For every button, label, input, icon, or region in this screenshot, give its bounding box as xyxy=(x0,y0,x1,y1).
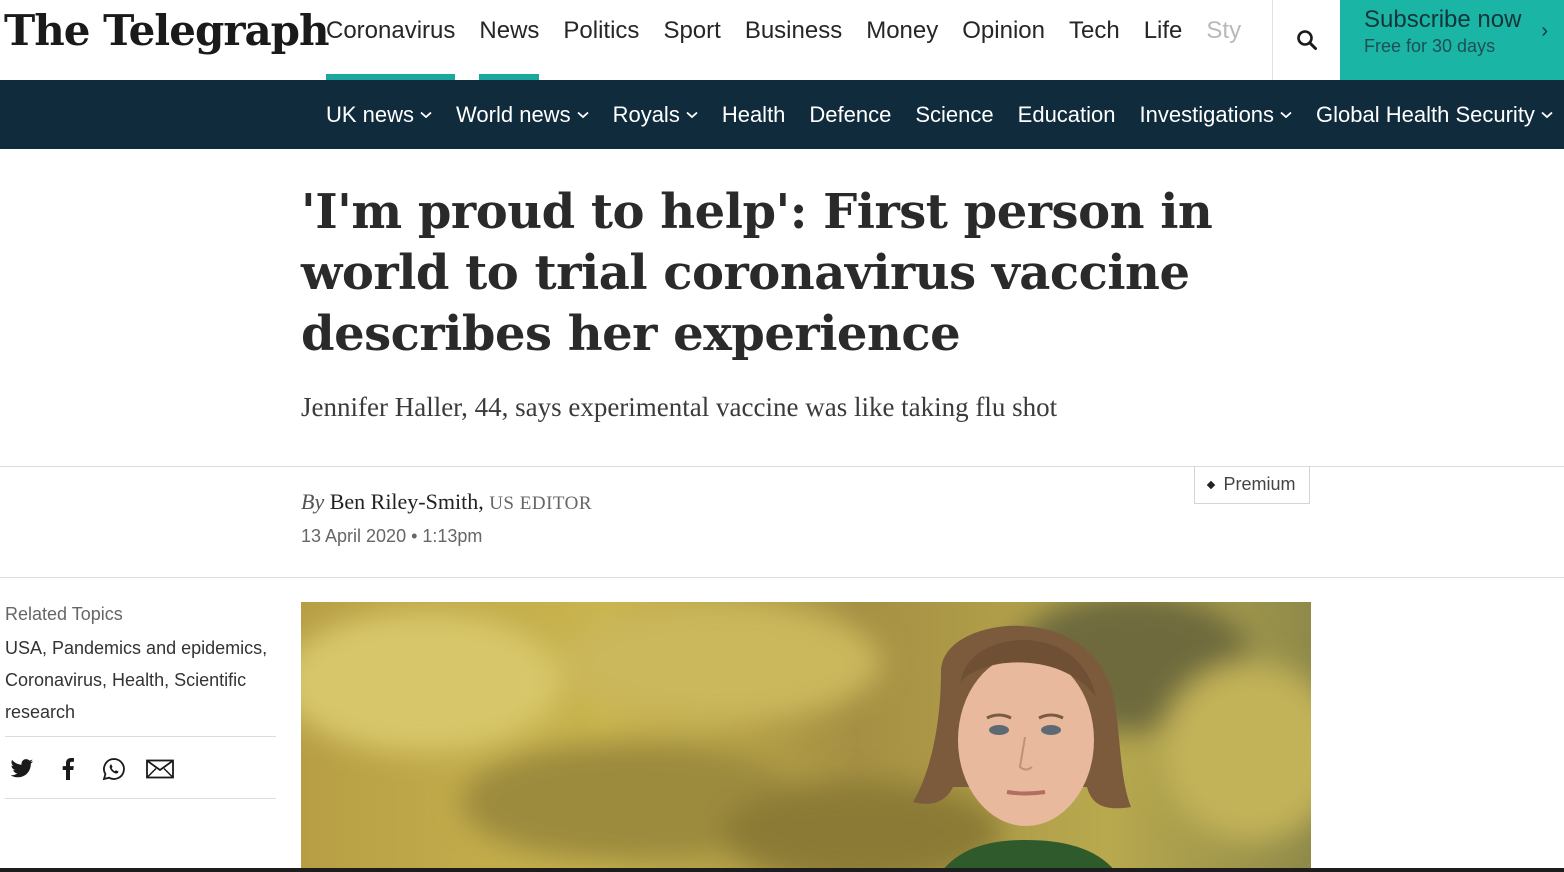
nav-item-tech[interactable]: Tech xyxy=(1069,0,1120,80)
share-bar xyxy=(8,755,192,783)
search-icon xyxy=(1297,30,1317,50)
nav-item-opinion[interactable]: Opinion xyxy=(962,0,1045,80)
section-item-label: Investigations xyxy=(1139,101,1275,127)
diamond-icon xyxy=(1207,480,1216,489)
author-link[interactable]: Ben Riley-Smith, xyxy=(330,489,484,514)
chevron-down-icon xyxy=(420,111,432,118)
main-nav: Coronavirus News Politics Sport Business… xyxy=(326,0,1254,80)
divider xyxy=(5,798,276,799)
bottom-edge xyxy=(0,868,1564,872)
article-hero-image xyxy=(301,602,1311,872)
byline: By Ben Riley-Smith, US EDITOR xyxy=(301,489,592,515)
article-headline: 'I'm proud to help': First person in wor… xyxy=(301,184,1213,362)
section-item-royals[interactable]: Royals xyxy=(613,102,698,128)
section-item-education[interactable]: Education xyxy=(1018,102,1116,128)
section-item-label: UK news xyxy=(326,101,415,127)
section-item-label: World news xyxy=(456,101,571,127)
top-bar: The Telegraph Coronavirus News Politics … xyxy=(0,0,1564,80)
hero-photo-graphic xyxy=(301,602,1311,872)
site-logo[interactable]: The Telegraph xyxy=(4,6,330,55)
section-item-science[interactable]: Science xyxy=(915,102,993,128)
section-item-label: Defence xyxy=(809,101,892,127)
subscribe-button[interactable]: Subscribe now Free for 30 days › xyxy=(1340,0,1564,80)
section-item-investigations[interactable]: Investigations xyxy=(1140,102,1293,128)
nav-item-news[interactable]: News xyxy=(479,0,540,80)
section-item-health[interactable]: Health xyxy=(722,102,786,128)
author-role: US EDITOR xyxy=(489,493,593,514)
twitter-icon[interactable] xyxy=(8,755,36,783)
nav-item-style[interactable]: Sty xyxy=(1206,0,1241,80)
search-button[interactable] xyxy=(1274,0,1340,80)
section-item-label: Health xyxy=(721,101,786,127)
subscribe-subtitle: Free for 30 days xyxy=(1364,36,1496,56)
section-item-label: Royals xyxy=(612,101,680,127)
publish-date: 13 April 2020 • 1:13pm xyxy=(301,526,483,546)
nav-item-business[interactable]: Business xyxy=(745,0,842,80)
email-icon[interactable] xyxy=(146,755,174,783)
nav-item-life[interactable]: Life xyxy=(1144,0,1183,80)
section-item-defence[interactable]: Defence xyxy=(809,102,891,128)
nav-item-coronavirus[interactable]: Coronavirus xyxy=(326,0,456,80)
section-item-label: Education xyxy=(1017,101,1116,127)
section-item-world-news[interactable]: World news xyxy=(456,102,589,128)
nav-item-money[interactable]: Money xyxy=(866,0,938,80)
chevron-right-icon: › xyxy=(1541,20,1548,42)
related-topics-label: Related Topics xyxy=(5,604,123,624)
premium-badge: Premium xyxy=(1194,466,1310,504)
article-standfirst: Jennifer Haller, 44, says experimental v… xyxy=(301,392,1058,422)
divider xyxy=(0,577,1564,578)
nav-item-sport[interactable]: Sport xyxy=(663,0,720,80)
related-topics-list[interactable]: USA, Pandemics and epidemics, Coronaviru… xyxy=(5,632,280,728)
subscribe-title: Subscribe now xyxy=(1364,6,1522,33)
section-item-label: Global Health Security xyxy=(1316,101,1535,127)
chevron-down-icon xyxy=(686,111,698,118)
section-nav: UK news World news Royals Health Defence… xyxy=(0,80,1564,149)
premium-label: Premium xyxy=(1223,474,1296,494)
chevron-down-icon xyxy=(576,111,589,118)
chevron-down-icon xyxy=(1280,111,1292,118)
facebook-icon[interactable] xyxy=(54,755,82,783)
nav-item-politics[interactable]: Politics xyxy=(563,0,639,80)
byline-prefix: By xyxy=(301,489,325,514)
divider xyxy=(0,466,1564,467)
nav-divider xyxy=(1272,0,1273,80)
section-item-uk-news[interactable]: UK news xyxy=(326,102,432,128)
section-item-label: Science xyxy=(915,101,994,127)
whatsapp-icon[interactable] xyxy=(100,755,128,783)
section-item-global-health-security[interactable]: Global Health Security xyxy=(1316,102,1553,128)
divider xyxy=(5,736,276,737)
chevron-down-icon xyxy=(1541,111,1553,118)
